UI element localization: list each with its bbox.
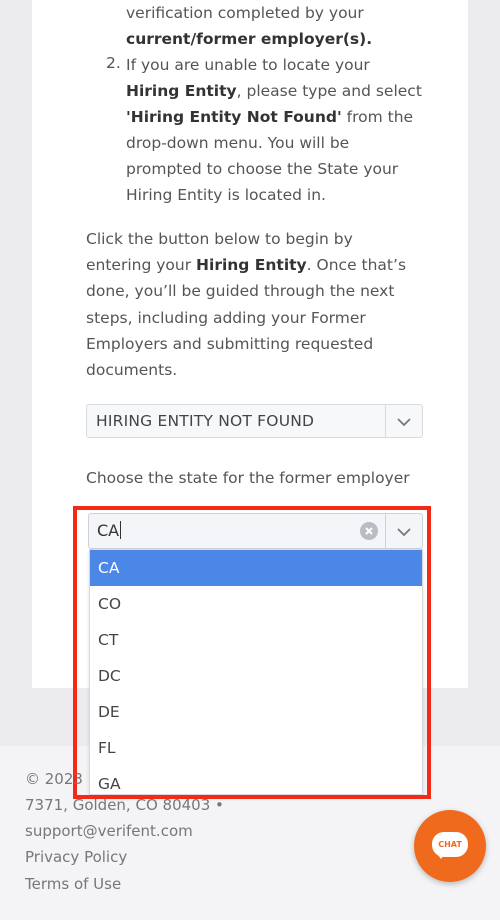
state-input[interactable]: CA — [97, 514, 122, 548]
paragraph-text: entering your — [86, 256, 197, 275]
chat-button[interactable]: CHAT — [414, 810, 486, 882]
privacy-policy-link[interactable]: Privacy Policy — [25, 844, 127, 870]
instruction-line: prompted to choose the State your — [126, 160, 399, 178]
instruction-line: 'Hiring Entity Not Found' from the — [126, 104, 436, 130]
hiring-entity-value: HIRING ENTITY NOT FOUND — [96, 412, 315, 430]
clear-icon[interactable] — [360, 522, 378, 540]
paragraph-line: done, you’ll be guided through the next — [86, 282, 395, 301]
state-dropdown-menu: CA CO CT DC DE FL GA — [89, 549, 423, 795]
state-label: Choose the state for the former employer — [86, 469, 410, 487]
paragraph-text: . Once that’s — [306, 256, 407, 275]
address-text: 7371, Golden, CO 80403 • — [25, 796, 224, 814]
state-option[interactable]: CO — [90, 586, 422, 622]
paragraph-line: Employers and submitting requested — [86, 334, 374, 353]
instruction-text: from the — [341, 108, 414, 126]
instruction-line: drop-down menu. You will be — [126, 134, 350, 152]
state-option[interactable]: CA — [90, 550, 422, 586]
copyright-text: © 2023 — [25, 770, 83, 788]
chevron-down-icon[interactable] — [396, 524, 412, 540]
instruction-text: , please type and select — [236, 82, 422, 100]
state-option[interactable]: CT — [90, 622, 422, 658]
hiring-entity-text: Hiring Entity — [196, 256, 307, 275]
chevron-down-icon[interactable] — [396, 414, 412, 430]
state-option[interactable]: DC — [90, 658, 422, 694]
list-number: 2. — [106, 54, 121, 72]
instruction-line: Hiring Entity, please type and select — [126, 78, 436, 104]
state-option[interactable]: GA — [90, 766, 422, 794]
paragraph-line: documents. — [86, 360, 178, 379]
select-separator — [385, 514, 386, 548]
paragraph-line: steps, including adding your Former — [86, 308, 366, 327]
state-select[interactable]: CA — [88, 513, 423, 549]
select-separator — [385, 405, 386, 437]
state-input-value: CA — [97, 521, 120, 540]
state-option[interactable]: FL — [90, 730, 422, 766]
intro-paragraph: Click the button below to begin by enter… — [86, 226, 436, 383]
instructions: verification completed by your current/f… — [126, 0, 436, 208]
instruction-line: Hiring Entity is located in. — [126, 186, 326, 204]
terms-of-use-link[interactable]: Terms of Use — [25, 871, 121, 897]
paragraph-line: Click the button below to begin by — [86, 230, 353, 248]
text-caret — [120, 521, 122, 539]
paragraph-line: entering your Hiring Entity. Once that’s — [86, 252, 436, 278]
support-email-link[interactable]: support@verifent.com — [25, 818, 193, 844]
state-option[interactable]: DE — [90, 694, 422, 730]
not-found-text: 'Hiring Entity Not Found' — [126, 108, 342, 126]
instruction-line: If you are unable to locate your — [126, 56, 370, 74]
instruction-line: verification completed by your — [126, 4, 364, 22]
hiring-entity-select[interactable]: HIRING ENTITY NOT FOUND — [86, 404, 423, 438]
instruction-line: current/former employer(s). — [126, 30, 373, 48]
chat-label: CHAT — [438, 840, 462, 849]
hiring-entity-text: Hiring Entity — [126, 82, 237, 100]
